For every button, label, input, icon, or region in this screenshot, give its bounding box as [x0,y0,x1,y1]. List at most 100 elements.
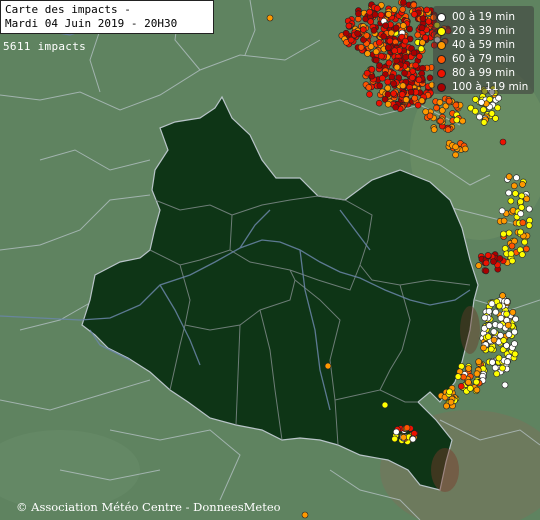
lightning-strike-dot [419,15,427,22]
lightning-strike-dot [488,110,496,117]
lightning-strike-dot [499,292,506,299]
lightning-strike-dot [401,69,408,77]
lightning-strike-dot [375,39,383,46]
legend-label: 40 à 59 min [452,39,515,51]
lightning-strike-dot [511,340,518,348]
lightning-strike-dot [523,245,530,253]
lightning-strike-dot [381,401,389,409]
lightning-strike-dot [388,73,396,81]
lightning-strike-dot [399,82,407,89]
lightning-strike-dot [471,107,479,115]
lightning-strike-dot [402,96,410,103]
legend-swatch [437,54,446,64]
map-title: Carte des impacts - [5,3,131,16]
map-legend: 00 à 19 min 20 à 39 min 40 à 59 min 60 à… [433,6,534,94]
lightning-strike-dot [364,50,371,57]
lightning-strike-dot [465,365,472,372]
lightning-strike-dot [387,29,395,37]
lightning-strike-dot [512,315,519,323]
lightning-strike-dot [505,173,513,180]
lightning-strike-dot [517,228,524,236]
lightning-strike-dot [406,25,413,33]
legend-swatch [437,68,446,78]
lightning-strike-dot [525,205,533,213]
lightning-strike-dot [512,190,519,197]
lightning-strike-dot [400,0,407,6]
lightning-strike-dot [430,126,438,133]
lightning-strike-dot [392,24,400,32]
lightning-strike-dot [365,84,373,91]
lightning-strike-dot [386,37,394,45]
lightning-strike-dot [505,229,513,237]
legend-item: 20 à 39 min [437,24,515,38]
lightning-strike-dot [472,96,479,103]
lightning-strike-dot [454,373,462,380]
lightning-strike-dot [366,8,373,16]
legend-item: 80 à 99 min [437,66,515,80]
lightning-strike-dot [447,398,455,406]
lightning-strike-dot [266,14,274,22]
lightning-strike-dot [465,378,472,386]
lightning-strike-dot [436,99,444,106]
lightning-strike-dot [488,300,496,308]
lightning-strike-dot [414,101,422,109]
lightning-strike-dot [355,10,362,17]
lightning-strike-dot [418,24,426,32]
lightning-strike-dot [373,5,381,12]
lightning-strike-dot [412,61,420,69]
lightning-strike-dot [498,207,506,215]
lightning-strike-dot [384,44,392,51]
legend-label: 100 à 119 min [452,81,529,93]
lightning-strike-dot [438,107,446,114]
lightning-strike-dot [475,358,483,366]
legend-swatch [437,12,446,22]
lightning-strike-dot [473,370,481,378]
lightning-strike-dot [375,99,383,107]
lightning-strike-dot [509,308,517,316]
lightning-strike-dot [507,197,515,205]
copyright-credit: © Association Météo Centre - DonneesMete… [16,500,281,514]
lightning-strike-dot [461,145,469,153]
lightning-strike-dot [425,18,433,25]
lightning-strike-dot [511,328,518,336]
lightning-strike-dot [399,6,407,13]
lightning-strike-dot [422,108,430,115]
lightning-strike-dot [458,362,465,370]
lightning-strike-dot [342,29,350,37]
lightning-strike-dot [480,344,487,352]
lightning-strike-dot [519,219,527,226]
lightning-strike-dot [523,195,531,203]
lightning-strike-dot [444,126,452,133]
legend-label: 20 à 39 min [452,25,515,37]
lightning-strike-dot [511,350,519,358]
lightning-strike-dot [384,84,392,92]
lightning-strike-dot [382,22,390,29]
lightning-strike-dot [392,428,400,436]
lightning-strike-dot [460,373,467,381]
lightning-strike-dot [393,63,401,71]
lightning-strike-dot [459,117,466,125]
lightning-strike-dot [357,43,365,51]
lightning-strike-dot [513,174,520,181]
legend-item: 00 à 19 min [437,10,515,24]
legend-label: 00 à 19 min [452,11,515,23]
lightning-strike-dot [410,1,418,9]
lightning-strike-dot [496,255,504,262]
lightning-strike-dot [437,117,444,125]
lightning-strike-dot [384,91,392,98]
map-date: Mardi 04 Juin 2019 - 20H30 [5,17,178,30]
lightning-strike-dot [507,250,515,257]
lightning-strike-dot [495,94,502,102]
lightning-strike-dot [457,382,465,390]
lightning-strike-dot [508,242,516,250]
lightning-strike-dot [489,358,496,366]
lightning-strike-dot [475,262,483,269]
lightning-strike-dot [487,345,495,353]
lightning-strike-dot [503,298,511,305]
lightning-strike-dot [399,22,407,29]
lightning-strike-dot [525,222,533,229]
lightning-strike-dot [499,364,506,372]
lightning-strike-dot [499,138,507,146]
lightning-strike-dot [359,26,367,33]
lightning-strike-dot [411,94,419,102]
